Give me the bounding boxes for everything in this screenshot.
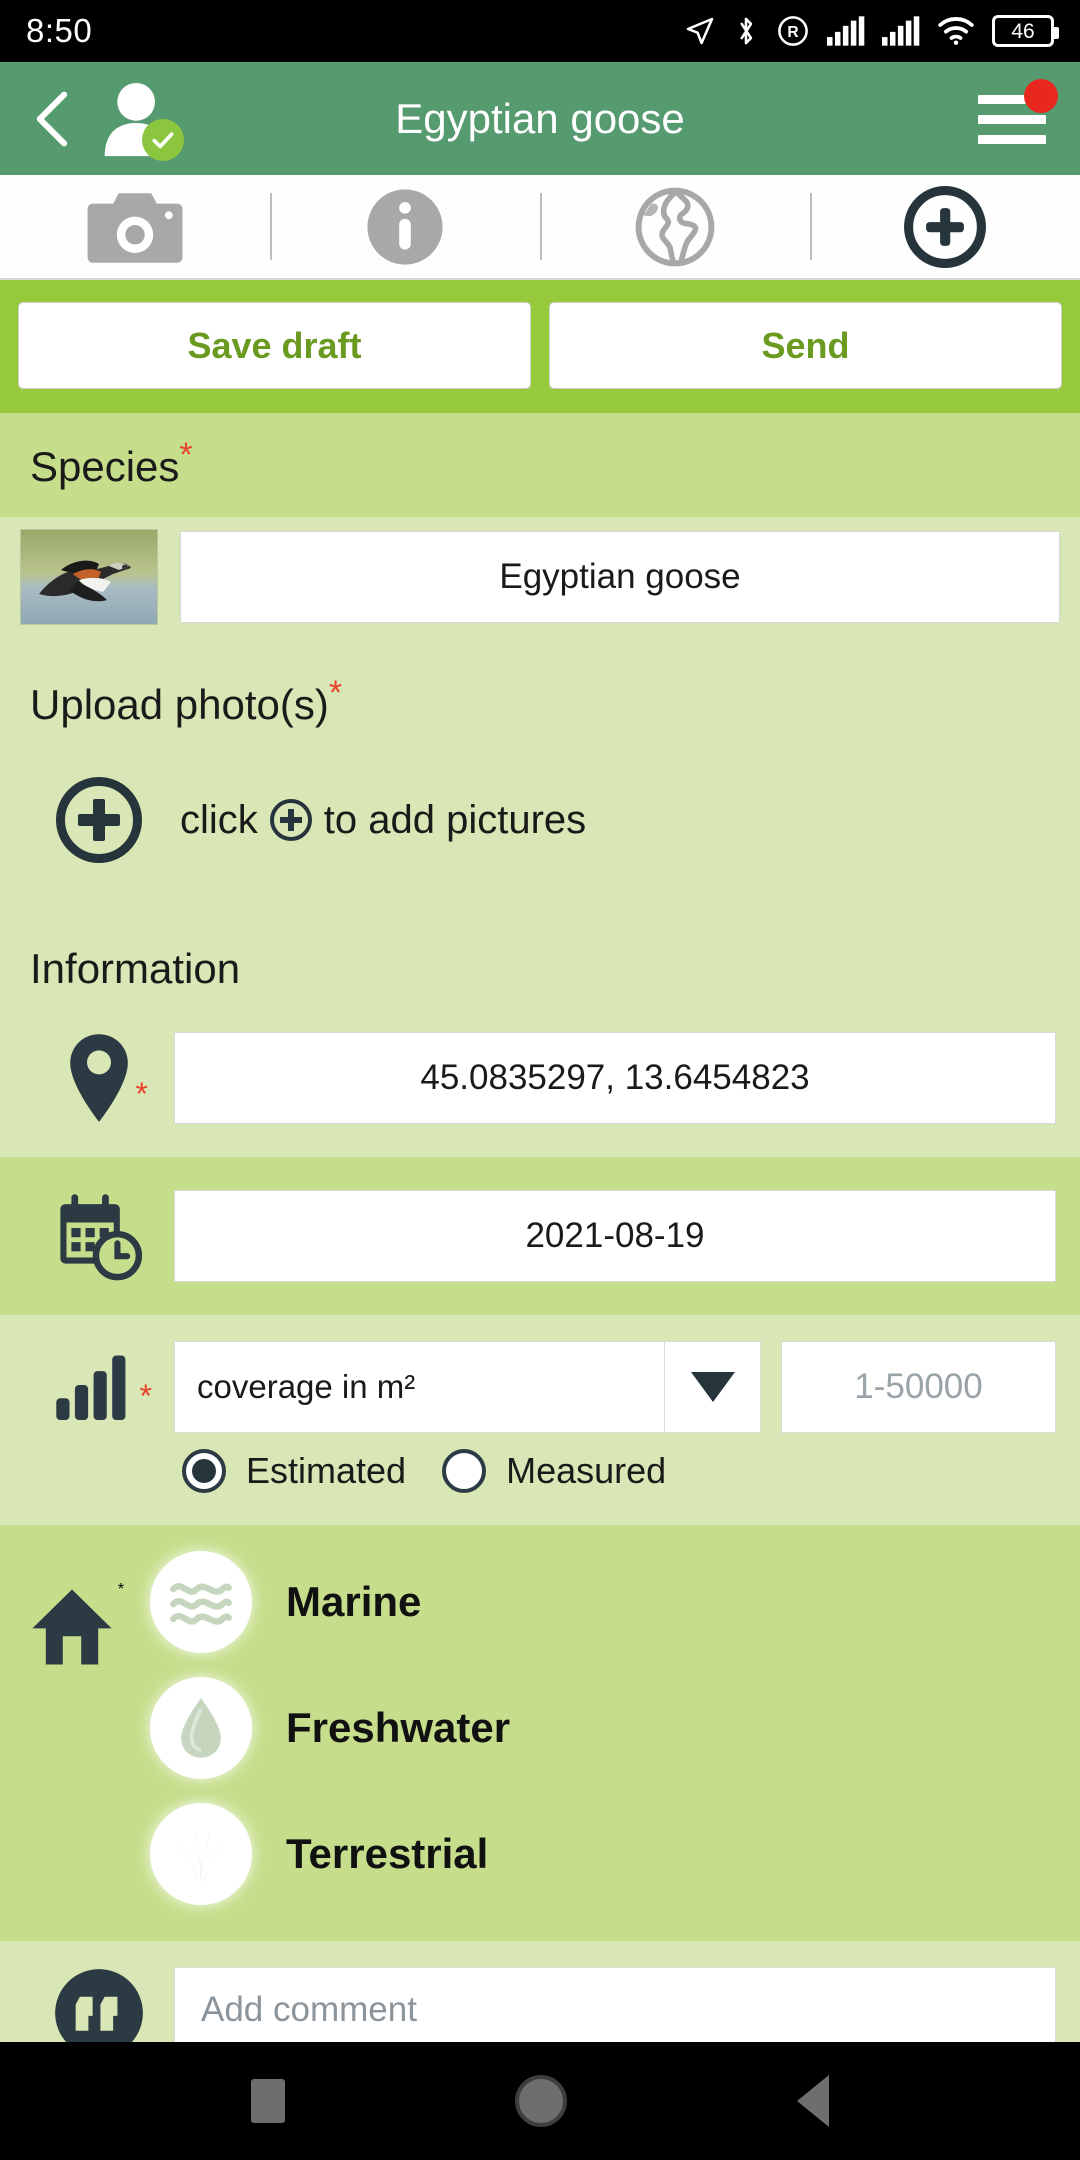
coverage-section: * coverage in m² 1-50000 Estimated Measu…	[0, 1315, 1080, 1525]
date-icon-cell	[24, 1181, 174, 1291]
menu-line	[978, 114, 1046, 124]
coverage-controls: coverage in m² 1-50000 Estimated Measure…	[174, 1341, 1056, 1499]
coverage-amount-input[interactable]: 1-50000	[781, 1341, 1056, 1433]
location-row: * 45.0835297, 13.6454823	[0, 999, 1080, 1157]
chevron-down-icon[interactable]	[664, 1342, 760, 1432]
check-badge-icon	[142, 118, 184, 161]
plus-icon	[269, 799, 312, 841]
species-label: Species*	[30, 436, 193, 490]
square-recents-icon[interactable]	[251, 2079, 285, 2123]
add-photo-button[interactable]	[56, 777, 142, 863]
required-asterisk: *	[179, 436, 193, 474]
species-row: Egyptian goose	[0, 517, 1080, 651]
battery-icon: 46	[992, 15, 1059, 47]
notification-dot	[1024, 78, 1058, 113]
location-arrow-icon	[686, 17, 714, 45]
egyptian-goose-photo	[21, 530, 157, 624]
info-icon	[367, 188, 443, 265]
triangle-back-icon[interactable]	[797, 2075, 829, 2127]
coverage-row: * coverage in m² 1-50000 Estimated Measu…	[0, 1315, 1080, 1525]
send-button[interactable]: Send	[549, 302, 1062, 389]
upload-hint-suffix: to add pictures	[323, 797, 587, 842]
species-thumbnail[interactable]	[20, 529, 158, 625]
habitat-label-freshwater: Freshwater	[286, 1704, 511, 1751]
coverage-method-radios: Estimated Measured	[174, 1433, 1056, 1499]
waves-icon	[150, 1551, 252, 1653]
battery-percent: 46	[1011, 19, 1035, 43]
radio-measured[interactable]	[442, 1449, 487, 1493]
icon-toolbar	[0, 175, 1080, 280]
signal-bars-icon	[56, 1355, 126, 1420]
habitat-option-freshwater[interactable]: Freshwater	[150, 1665, 1080, 1791]
status-time: 8:50	[26, 12, 93, 49]
calendar-clock-icon	[60, 1194, 143, 1281]
menu-line	[978, 134, 1046, 144]
form-scroll-area[interactable]: Species* Egyptian goose Upload photo(s)*…	[0, 413, 1080, 2160]
habitat-icon-cell: *	[0, 1539, 150, 1917]
habitat-label-marine: Marine	[286, 1578, 422, 1625]
signal-bars-icon	[882, 16, 920, 46]
habitat-wrap: * Marine Freshwater Terrestrial	[0, 1525, 1080, 1941]
app-header: Egyptian goose	[0, 62, 1080, 175]
habitat-options: Marine Freshwater Terrestrial	[150, 1539, 1080, 1917]
signal-bars-icon	[827, 16, 865, 46]
status-bar: 8:50 R 46	[0, 0, 1080, 62]
species-section: Egyptian goose Upload photo(s)* click to…	[0, 517, 1080, 1157]
location-value-field[interactable]: 45.0835297, 13.6454823	[174, 1032, 1056, 1124]
upload-photos-label: Upload photo(s)*	[30, 674, 343, 728]
coverage-unit-select[interactable]: coverage in m²	[174, 1341, 761, 1433]
grass-icon	[150, 1803, 252, 1905]
status-icons: R 46	[684, 14, 1059, 48]
avatar[interactable]	[96, 79, 184, 161]
toolbar-globe-button[interactable]	[540, 175, 810, 278]
location-icon-cell: *	[24, 1023, 174, 1133]
upload-hint-prefix: click	[180, 797, 258, 842]
coverage-icon-cell: *	[24, 1341, 174, 1433]
upload-hint: click to add pictures	[180, 798, 586, 843]
plus-icon	[904, 185, 986, 268]
svg-text:R: R	[787, 24, 798, 41]
save-draft-button[interactable]: Save draft	[18, 302, 531, 389]
species-value-field[interactable]: Egyptian goose	[180, 531, 1060, 623]
map-pin-icon	[70, 1034, 128, 1122]
plus-icon	[78, 799, 120, 841]
globe-icon	[635, 187, 715, 266]
house-icon	[32, 1589, 112, 1665]
camera-icon	[87, 192, 183, 263]
toolbar-info-button[interactable]	[270, 175, 540, 278]
back-chevron-icon[interactable]	[28, 89, 74, 149]
required-asterisk: *	[139, 1378, 152, 1414]
circle-home-icon[interactable]	[515, 2075, 567, 2127]
information-label: Information	[30, 945, 241, 992]
upload-row: click to add pictures	[0, 755, 1080, 915]
wifi-icon	[938, 17, 974, 45]
required-asterisk: *	[328, 674, 343, 712]
habitat-option-terrestrial[interactable]: Terrestrial	[150, 1791, 1080, 1917]
registered-r-icon: R	[778, 16, 808, 46]
required-asterisk: *	[135, 1076, 148, 1112]
radio-estimated-label: Estimated	[246, 1450, 407, 1491]
habitat-label-terrestrial: Terrestrial	[286, 1830, 489, 1877]
radio-measured-label: Measured	[506, 1450, 667, 1491]
toolbar-camera-button[interactable]	[0, 175, 270, 278]
phone-screen: 8:50 R 46 Egyptian goose Save draft Send…	[0, 0, 1080, 2160]
radio-estimated[interactable]	[182, 1449, 226, 1493]
required-asterisk: *	[117, 1581, 125, 1598]
coverage-unit-value: coverage in m²	[197, 1368, 416, 1405]
coverage-inputs: coverage in m² 1-50000	[174, 1341, 1056, 1433]
species-section-header: Species*	[0, 413, 1080, 517]
habitat-option-marine[interactable]: Marine	[150, 1539, 1080, 1665]
android-nav-bar	[0, 2042, 1080, 2160]
toolbar-add-button[interactable]	[810, 175, 1080, 278]
date-value-field[interactable]: 2021-08-19	[174, 1190, 1056, 1282]
date-row: 2021-08-19	[0, 1157, 1080, 1315]
habitat-section: * Marine Freshwater Terrestrial	[0, 1525, 1080, 1941]
bluetooth-icon	[740, 17, 753, 45]
action-button-bar: Save draft Send	[0, 280, 1080, 413]
hamburger-menu-icon[interactable]	[978, 78, 1058, 151]
water-drop-icon	[150, 1677, 252, 1779]
date-section: 2021-08-19	[0, 1157, 1080, 1315]
